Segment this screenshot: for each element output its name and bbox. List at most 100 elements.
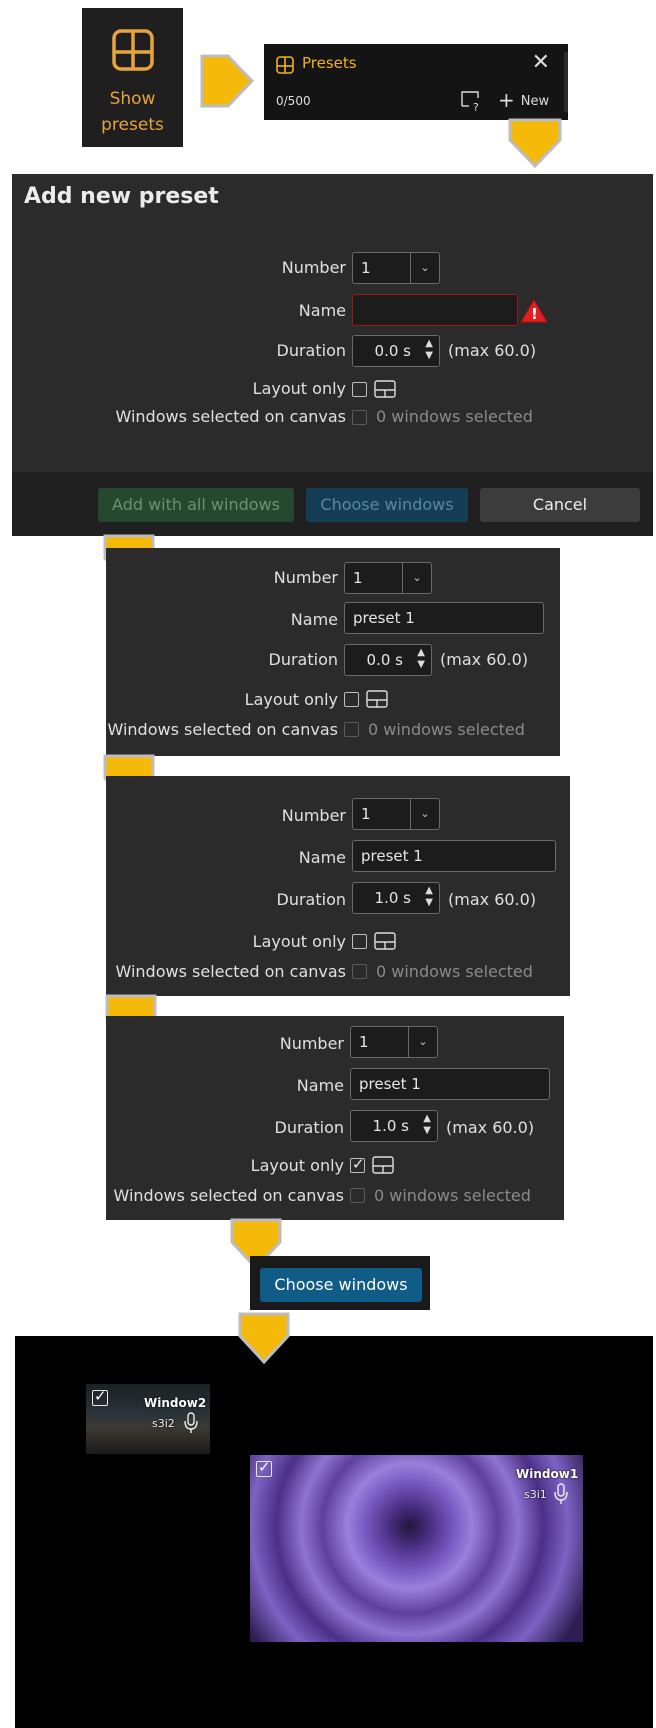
duration-spinbox[interactable]: 0.0 s ▲ ▼ <box>344 644 432 676</box>
duration-max: (max 60.0) <box>440 650 529 669</box>
preset-form-step4: Number 1 ⌄ Name preset 1 Duration 1.0 s … <box>106 1016 564 1220</box>
duration-value: 0.0 s <box>374 342 411 360</box>
choose-windows-button[interactable]: Choose windows <box>260 1268 422 1302</box>
warning-triangle-icon: ! <box>520 299 548 323</box>
presets-title: Presets <box>302 54 357 72</box>
windows-selected-checkbox <box>352 410 367 425</box>
add-preset-dialog: Add new preset Number 1 ⌄ Name ! Duratio… <box>12 174 653 536</box>
layout-only-checkbox[interactable] <box>352 934 367 949</box>
cancel-button[interactable]: Cancel <box>480 488 640 522</box>
plus-icon: + <box>498 88 515 112</box>
duration-label: Duration <box>276 890 347 909</box>
select-help-icon[interactable]: ? <box>460 90 484 112</box>
name-label: Name <box>290 610 338 629</box>
name-input[interactable] <box>352 294 518 326</box>
duration-label: Duration <box>274 1118 345 1137</box>
windows-selected-value: 0 windows selected <box>376 962 533 981</box>
layout-grid-icon <box>276 56 294 74</box>
chevron-down-icon[interactable]: ⌄ <box>410 253 439 283</box>
window-source: s3i2 <box>152 1417 175 1430</box>
duration-spinbox[interactable]: 1.0 s ▲ ▼ <box>352 882 440 914</box>
number-label: Number <box>281 806 346 825</box>
number-label: Number <box>279 1034 344 1053</box>
windows-selected-checkbox <box>350 1188 365 1203</box>
name-label: Name <box>298 301 346 320</box>
chevron-down-icon[interactable]: ⌄ <box>410 799 439 829</box>
name-input[interactable]: preset 1 <box>344 602 544 634</box>
duration-value: 1.0 s <box>374 889 411 907</box>
scrollbar[interactable] <box>564 52 568 112</box>
layout-icon <box>372 1156 394 1174</box>
windows-selected-label: Windows selected on canvas <box>115 407 347 426</box>
spin-arrows-icon[interactable]: ▲ ▼ <box>425 338 433 362</box>
number-combobox[interactable]: 1 ⌄ <box>352 798 440 830</box>
windows-selected-label: Windows selected on canvas <box>115 962 347 981</box>
duration-value: 0.0 s <box>366 651 403 669</box>
number-label: Number <box>273 568 338 587</box>
windows-selected-value: 0 windows selected <box>368 720 525 739</box>
layout-only-checkbox[interactable] <box>352 382 367 397</box>
choose-windows-button[interactable]: Choose windows <box>306 488 468 522</box>
number-value: 1 <box>353 569 363 587</box>
preset-count: 0/500 <box>276 94 311 108</box>
preset-form-step2: Number 1 ⌄ Name preset 1 Duration 0.0 s … <box>106 548 560 756</box>
number-combobox[interactable]: 1 ⌄ <box>344 562 432 594</box>
canvas-window[interactable]: ✓ Window1 s3i1 <box>250 1455 583 1642</box>
layout-only-checkbox[interactable]: ✓ <box>350 1155 365 1173</box>
window-source: s3i1 <box>524 1488 547 1501</box>
layout-only-label: Layout only <box>244 690 338 709</box>
layout-icon <box>366 690 388 708</box>
arrow-down-icon <box>238 1312 290 1365</box>
duration-label: Duration <box>268 650 339 669</box>
spin-arrows-icon[interactable]: ▲ ▼ <box>425 885 433 909</box>
windows-selected-value: 0 windows selected <box>374 1186 531 1205</box>
number-value: 1 <box>359 1033 369 1051</box>
arrow-right-icon <box>200 54 254 108</box>
presets-panel-header: Presets ✕ 0/500 ? + New <box>264 44 568 120</box>
name-input[interactable]: preset 1 <box>352 840 556 872</box>
number-combobox[interactable]: 1 ⌄ <box>350 1026 438 1058</box>
canvas-window[interactable]: ✓ Window2 s3i2 <box>86 1384 210 1454</box>
duration-spinbox[interactable]: 1.0 s ▲ ▼ <box>350 1110 438 1142</box>
close-icon[interactable]: ✕ <box>532 50 550 75</box>
layout-icon <box>374 380 396 398</box>
duration-max: (max 60.0) <box>448 341 537 360</box>
checkmark-icon: ✓ <box>258 1458 271 1476</box>
duration-max: (max 60.0) <box>448 890 537 909</box>
layout-icon <box>374 932 396 950</box>
window-checkbox[interactable]: ✓ <box>92 1387 108 1406</box>
chevron-down-icon[interactable]: ⌄ <box>402 563 431 593</box>
add-with-all-windows-button[interactable]: Add with all windows <box>98 488 294 522</box>
windows-selected-label: Windows selected on canvas <box>107 720 339 739</box>
name-label: Name <box>298 848 346 867</box>
window-name: Window1 <box>516 1467 579 1481</box>
spin-arrows-icon[interactable]: ▲ ▼ <box>423 1113 431 1137</box>
windows-selected-label: Windows selected on canvas <box>113 1186 345 1205</box>
duration-label: Duration <box>276 341 347 360</box>
duration-spinbox[interactable]: 0.0 s ▲ ▼ <box>352 335 440 367</box>
windows-selected-value: 0 windows selected <box>376 407 533 426</box>
microphone-icon <box>554 1483 568 1504</box>
layout-only-label: Layout only <box>250 1156 344 1175</box>
spin-arrows-icon[interactable]: ▲ ▼ <box>417 647 425 671</box>
window-checkbox[interactable]: ✓ <box>256 1458 272 1477</box>
dialog-footer: Add with all windows Choose windows Canc… <box>12 472 653 536</box>
checkmark-icon: ✓ <box>352 1155 365 1173</box>
svg-text:!: ! <box>531 305 538 323</box>
show-presets-label: Show presets <box>101 89 164 135</box>
chevron-down-icon[interactable]: ⌄ <box>408 1027 437 1057</box>
name-input[interactable]: preset 1 <box>350 1068 550 1100</box>
show-presets-button[interactable]: Show presets <box>82 8 183 147</box>
duration-max: (max 60.0) <box>446 1118 535 1137</box>
number-label: Number <box>281 258 346 277</box>
number-value: 1 <box>361 805 371 823</box>
dialog-title: Add new preset <box>24 184 219 209</box>
number-combobox[interactable]: 1 ⌄ <box>352 252 440 284</box>
arrow-down-icon <box>508 118 562 169</box>
svg-text:?: ? <box>473 101 479 112</box>
layout-only-checkbox[interactable] <box>344 692 359 707</box>
new-preset-button[interactable]: + New <box>498 88 549 112</box>
checkmark-icon: ✓ <box>94 1387 107 1405</box>
number-value: 1 <box>361 259 371 277</box>
layout-only-label: Layout only <box>252 379 346 398</box>
